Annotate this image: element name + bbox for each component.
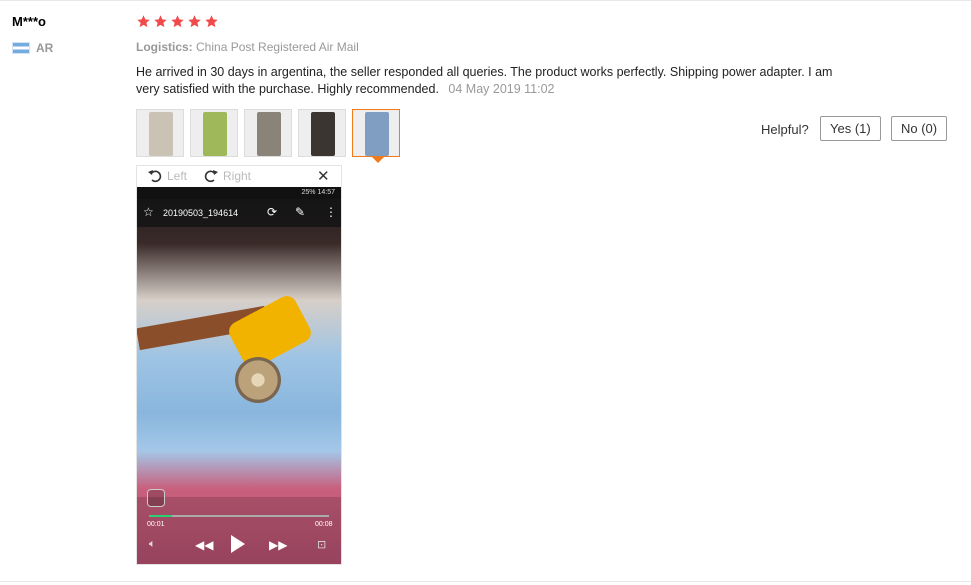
lock-icon[interactable]: ⊡ <box>317 538 326 551</box>
thumbnail-image <box>311 112 335 156</box>
logistics-label: Logistics: <box>136 40 193 54</box>
pencil-icon: ✎ <box>295 205 306 219</box>
reviewer-name: M***o <box>12 14 46 29</box>
thumbnail-image <box>203 112 227 156</box>
time-total: 00:08 <box>315 521 333 528</box>
helpful-no-button[interactable]: No (0) <box>891 116 948 141</box>
thumbnail-image <box>365 112 389 156</box>
photo-thumbnails <box>136 109 400 157</box>
video-controls: 00:01 00:08 🔈︎ ◀◀ ▶▶ ⊡ <box>137 489 341 564</box>
review-photo: 25% 14:57 ☆ 20190503_194614 ⟳ ✎ ⋮ 00:01 … <box>137 187 341 564</box>
play-icon[interactable] <box>231 535 245 553</box>
logistics-value: China Post Registered Air Mail <box>196 40 359 54</box>
active-thumbnail-caret-icon <box>372 157 384 163</box>
video-progress-fill <box>149 515 172 517</box>
rewind-icon[interactable]: ◀◀ <box>195 538 213 552</box>
phone-title-bar: ☆ 20190503_194614 ⟳ ✎ ⋮ <box>137 199 341 227</box>
country-code: AR <box>36 41 54 55</box>
star-rating <box>136 14 219 29</box>
thumbnail-photo-3[interactable] <box>244 109 292 157</box>
time-elapsed: 00:01 <box>147 521 165 528</box>
thumbnail-photo-2[interactable] <box>190 109 238 157</box>
argentina-flag-icon <box>12 42 30 54</box>
bottom-divider <box>0 581 971 582</box>
volume-icon[interactable]: 🔈︎ <box>149 538 156 551</box>
thumbnail-photo-4[interactable] <box>298 109 346 157</box>
round-blade <box>235 357 281 403</box>
more-options-icon: ⋮ <box>325 205 337 219</box>
thumbnail-image <box>257 112 281 156</box>
rotate-left-icon <box>148 170 162 183</box>
video-filename: 20190503_194614 <box>163 208 239 218</box>
logistics-info: Logistics: China Post Registered Air Mai… <box>136 40 359 54</box>
review-date: 04 May 2019 11:02 <box>448 82 555 96</box>
rotate-left-label: Left <box>167 169 188 183</box>
rotate-left-button[interactable]: Left <box>147 168 187 184</box>
rotate-icon: ⟳ <box>267 205 278 219</box>
star-icon <box>137 15 150 28</box>
thumbnail-image <box>149 112 173 156</box>
star-icon <box>205 15 218 28</box>
phone-status-bar: 25% 14:57 <box>137 187 341 199</box>
close-viewer-button[interactable]: ✕ <box>317 167 330 185</box>
rotate-right-label: Right <box>223 169 252 183</box>
rotate-right-button[interactable]: Right <box>203 168 251 184</box>
top-divider <box>0 0 971 1</box>
fast-forward-icon[interactable]: ▶▶ <box>269 538 287 552</box>
rotate-right-icon <box>204 170 218 183</box>
helpful-yes-button[interactable]: Yes (1) <box>820 116 881 141</box>
thumbnail-photo-1[interactable] <box>136 109 184 157</box>
viewer-toolbar: Left Right ✕ <box>137 166 341 186</box>
star-outline-icon: ☆ <box>143 205 154 219</box>
video-progress-bar[interactable] <box>149 515 329 517</box>
photo-viewer: Left Right ✕ 25% 14:57 ☆ 20190503_194614… <box>136 165 342 565</box>
review-body: He arrived in 30 days in argentina, the … <box>136 64 836 98</box>
thumbnail-photo-5[interactable] <box>352 109 400 157</box>
zoom-icon <box>147 489 165 507</box>
helpful-label: Helpful? <box>761 122 809 137</box>
star-icon <box>154 15 167 28</box>
star-icon <box>171 15 184 28</box>
star-icon <box>188 15 201 28</box>
